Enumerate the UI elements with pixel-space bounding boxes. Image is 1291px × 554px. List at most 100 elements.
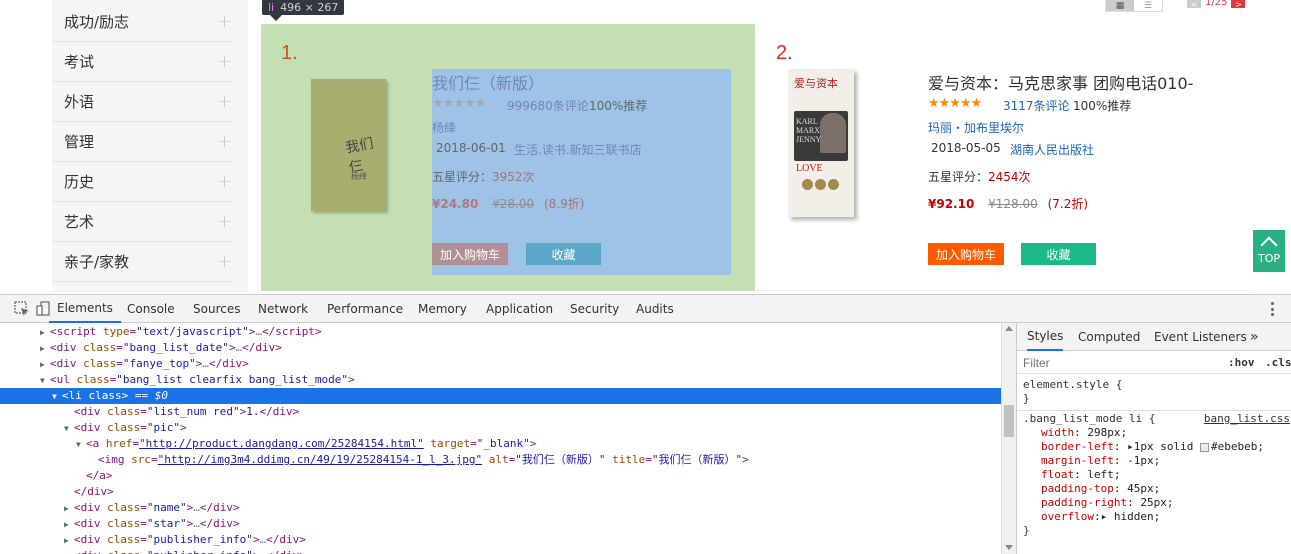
- inspect-tooltip: li 496 × 267: [262, 0, 345, 15]
- css-declaration[interactable]: float: left;: [1017, 468, 1291, 482]
- plus-icon[interactable]: +: [217, 251, 232, 272]
- next-page-button[interactable]: >: [1231, 0, 1246, 9]
- chevron-up-icon: [1260, 236, 1278, 254]
- dom-node-selected[interactable]: ▼ <li class> == $0: [0, 388, 1001, 404]
- css-declaration[interactable]: border-left: ▸1px solid #ebebeb;: [1017, 440, 1291, 454]
- top-label: TOP: [1257, 252, 1280, 265]
- five-star-score: 五星评分：3952次: [432, 168, 535, 185]
- dom-node[interactable]: ▼ <ul class="bang_list clearfix bang_list…: [0, 372, 1001, 388]
- sidebar-item-history[interactable]: 历史 +: [52, 162, 232, 202]
- styles-filter-input[interactable]: [1023, 354, 1217, 372]
- back-to-top-button[interactable]: TOP: [1253, 230, 1285, 272]
- author-link[interactable]: 杨绛: [432, 119, 456, 136]
- publish-date: 2018-05-05: [931, 141, 1001, 155]
- more-tabs-icon[interactable]: »: [1250, 323, 1259, 351]
- five-star-score: 五星评分：2454次: [928, 168, 1031, 185]
- tab-network[interactable]: Network: [258, 295, 308, 323]
- dom-node[interactable]: </a>: [0, 468, 1001, 484]
- prev-page-button[interactable]: <: [1187, 0, 1201, 9]
- dom-node[interactable]: ▼ <div class="pic">: [0, 420, 1001, 436]
- book-title-link[interactable]: 爱与资本：马克思家事 团购电话010-: [928, 70, 1193, 94]
- tooltip-arrow: [270, 15, 282, 21]
- tab-sources[interactable]: Sources: [193, 295, 240, 323]
- tab-performance[interactable]: Performance: [327, 295, 403, 323]
- tab-console[interactable]: Console: [127, 295, 175, 323]
- view-mode-toggle: ▦ ☰: [1105, 0, 1163, 12]
- inspect-element-icon[interactable]: [14, 301, 30, 317]
- rule-selector: element.style {: [1023, 378, 1123, 391]
- book-cover-image[interactable]: 爱与资本 KARL MARX JENNY LOVE: [788, 69, 854, 217]
- favorite-button[interactable]: 收藏: [526, 243, 601, 265]
- review-count-link[interactable]: 3117条评论: [1003, 97, 1070, 114]
- more-options-icon[interactable]: [1271, 302, 1275, 316]
- tab-styles[interactable]: Styles: [1027, 323, 1064, 351]
- devtools-panel: Elements Console Sources Network Perform…: [0, 294, 1291, 554]
- review-count-link[interactable]: 999680条评论: [507, 97, 589, 114]
- dom-node[interactable]: ▶<div class="publisher_info">…</div>: [0, 532, 1001, 548]
- rule-close: }: [1023, 392, 1030, 405]
- css-declaration[interactable]: overflow:▸ hidden;: [1017, 510, 1291, 524]
- sidebar-item-management[interactable]: 管理 +: [52, 122, 232, 162]
- dom-node[interactable]: <img src="http://img3m4.ddimg.cn/49/19/2…: [0, 452, 1001, 468]
- sidebar-item-success[interactable]: 成功/励志 +: [52, 2, 232, 42]
- rule-close: }: [1023, 524, 1030, 537]
- color-swatch[interactable]: [1199, 442, 1209, 452]
- css-rule: .bang_list_mode li {bang_list.css width:…: [1017, 412, 1291, 538]
- author-link[interactable]: 玛丽・加布里埃尔: [928, 119, 1024, 136]
- class-toggle[interactable]: .cls: [1265, 356, 1291, 369]
- dom-node[interactable]: <div class="list_num red">1.</div>: [0, 404, 1001, 420]
- book-cover-image[interactable]: 我们仨 杨绛: [311, 79, 386, 211]
- dom-node[interactable]: ▶ <div class="bang_list_date">…</div>: [0, 340, 1001, 356]
- discount: (7.2折): [1047, 197, 1089, 211]
- tab-elements[interactable]: Elements: [49, 295, 121, 323]
- plus-icon[interactable]: +: [217, 91, 232, 112]
- publisher-link[interactable]: 湖南人民出版社: [1010, 141, 1094, 158]
- dom-node[interactable]: ▼ <a href="http://product.dangdang.com/25…: [0, 436, 1001, 452]
- browser-viewport: { "sidebar": { "items": [ {"label": "成功/…: [0, 0, 1291, 554]
- grid-view-icon[interactable]: ▦: [1106, 0, 1134, 11]
- tab-security[interactable]: Security: [570, 295, 619, 323]
- hover-state-toggle[interactable]: :hov: [1228, 356, 1255, 369]
- bang-list: 1. 我们仨 杨绛 我们仨（新版） ★★★★★ 999680条评论 100%推荐…: [261, 24, 1251, 291]
- plus-icon[interactable]: +: [217, 211, 232, 232]
- plus-icon[interactable]: +: [217, 11, 232, 32]
- sidebar-item-language[interactable]: 外语 +: [52, 82, 232, 122]
- add-to-cart-button[interactable]: 加入购物车: [928, 243, 1004, 265]
- tab-audits[interactable]: Audits: [636, 295, 674, 323]
- sidebar-item-parenting[interactable]: 亲子/家教 +: [52, 242, 232, 282]
- plus-icon[interactable]: +: [217, 171, 232, 192]
- sidebar-item-label: 成功/励志: [64, 13, 130, 31]
- elements-scrollbar[interactable]: [1001, 323, 1016, 554]
- publisher-link[interactable]: 生活.读书.新知三联书店: [514, 141, 642, 158]
- five-star-count: 2454次: [988, 170, 1031, 184]
- scroll-down-icon[interactable]: [1005, 545, 1013, 550]
- dom-node[interactable]: ▶ <div class="fanye_top">…</div>: [0, 356, 1001, 372]
- scroll-thumb[interactable]: [1004, 405, 1014, 437]
- original-price: ¥128.00: [988, 197, 1038, 211]
- css-declaration[interactable]: margin-left: -1px;: [1017, 454, 1291, 468]
- plus-icon[interactable]: +: [217, 131, 232, 152]
- sidebar-item-exam[interactable]: 考试 +: [52, 42, 232, 82]
- plus-icon[interactable]: +: [217, 51, 232, 72]
- tab-event-listeners[interactable]: Event Listeners: [1154, 323, 1247, 351]
- favorite-button[interactable]: 收藏: [1021, 243, 1096, 265]
- add-to-cart-button[interactable]: 加入购物车: [432, 243, 508, 265]
- tab-computed[interactable]: Computed: [1078, 323, 1140, 351]
- css-declaration[interactable]: padding-top: 45px;: [1017, 482, 1291, 496]
- dom-node[interactable]: ▶ <script type="text/javascript">…</scrip…: [0, 324, 1001, 340]
- tab-application[interactable]: Application: [486, 295, 553, 323]
- sidebar-item-art[interactable]: 艺术 +: [52, 202, 232, 242]
- css-declaration[interactable]: width: 298px;: [1017, 426, 1291, 440]
- dom-node[interactable]: ▶<div class="publisher_info">…</div>: [0, 548, 1001, 554]
- list-view-icon[interactable]: ☰: [1134, 0, 1162, 11]
- dom-node[interactable]: ▶ <div class="star">…</div>: [0, 516, 1001, 532]
- book-title-link[interactable]: 我们仨（新版）: [432, 70, 544, 94]
- cover-portrait: [820, 113, 846, 153]
- source-link[interactable]: bang_list.css: [1204, 412, 1290, 426]
- dom-node[interactable]: ▶ <div class="name">…</div>: [0, 500, 1001, 516]
- styles-tabbar: Styles Computed Event Listeners »: [1017, 323, 1291, 351]
- css-declaration[interactable]: padding-right: 25px;: [1017, 496, 1291, 510]
- tab-memory[interactable]: Memory: [418, 295, 467, 323]
- dom-node[interactable]: </div>: [0, 484, 1001, 500]
- scroll-up-icon[interactable]: [1005, 326, 1013, 331]
